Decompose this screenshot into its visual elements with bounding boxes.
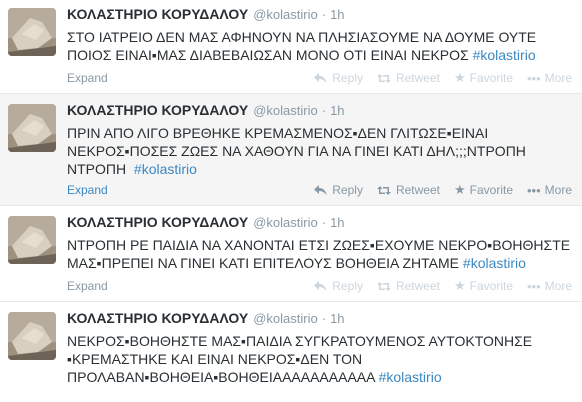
retweet-icon: [376, 73, 391, 83]
avatar[interactable]: [8, 312, 56, 360]
tweet[interactable]: ΚΟΛΑΣΤΗΡΙΟ ΚΟΡΥΔΑΛΟΥ @kolastirio · 1h ΠΡ…: [0, 94, 582, 206]
more-button[interactable]: ••• More: [527, 183, 572, 198]
tweet-text-line: ΠΡΙΝ ΑΠΟ ΛΙΓΟ ΒΡΕΘΗΚΕ ΚΡΕΜΑΣΜΕΝΟΣ▪ΔΕΝ ΓΛ…: [67, 125, 489, 141]
reply-arrow-icon: [314, 72, 327, 83]
favorite-button[interactable]: ★ Favorite: [454, 278, 513, 294]
more-button[interactable]: ••• More: [527, 279, 572, 294]
tweet-timestamp[interactable]: 1h: [330, 215, 344, 230]
hashtag-link[interactable]: #kolastirio: [379, 369, 442, 385]
tweet-timestamp[interactable]: 1h: [330, 311, 344, 326]
tweet-actions: Reply Retweet ★ Favorite ••• More: [300, 70, 572, 86]
more-label: More: [544, 71, 572, 85]
header-separator: ·: [321, 103, 327, 118]
reply-label: Reply: [332, 183, 363, 197]
tweet-text: ΝΤΡΟΠΗ ΡΕ ΠΑΙΔΙΑ ΝΑ ΧΑΝΟΝΤΑΙ ΕΤΣΙ ΖΩΕΣ▪Ε…: [67, 236, 572, 272]
header-separator: ·: [321, 7, 327, 22]
retweet-button[interactable]: Retweet: [376, 183, 440, 197]
header-separator: ·: [321, 215, 327, 230]
tweet[interactable]: ΚΟΛΑΣΤΗΡΙΟ ΚΟΡΥΔΑΛΟΥ @kolastirio · 1h ΣΤ…: [0, 0, 582, 94]
more-label: More: [544, 183, 572, 197]
avatar[interactable]: [8, 216, 56, 264]
tweet-timestamp[interactable]: 1h: [330, 103, 344, 118]
retweet-button[interactable]: Retweet: [376, 279, 440, 293]
star-icon: ★: [453, 278, 466, 293]
tweet-text-fragment: ΠΟΙΟΣ ΕΙΝΑΙ▪ΜΑΣ ΔΙΑΒΕΒΑΙΩΣΑΝ ΜΟΝΟ ΟΤΙ ΕΙ…: [67, 47, 469, 63]
retweet-button[interactable]: Retweet: [376, 71, 440, 85]
tweet-username[interactable]: @kolastirio: [253, 311, 318, 326]
tweet-author-name[interactable]: ΚΟΛΑΣΤΗΡΙΟ ΚΟΡΥΔΑΛΟΥ: [67, 310, 248, 326]
tweet-text-line: ΣΤΟ ΙΑΤΡΕΙΟ ΔΕΝ ΜΑΣ ΑΦΗΝΟΥΝ ΝΑ ΠΛΗΣΙΑΣΟΥ…: [67, 29, 537, 45]
ellipsis-icon: •••: [527, 182, 541, 198]
ellipsis-icon: •••: [527, 278, 541, 294]
more-button[interactable]: ••• More: [527, 71, 572, 86]
hashtag-link[interactable]: #kolastirio: [134, 161, 197, 177]
tweet-text: ΣΤΟ ΙΑΤΡΕΙΟ ΔΕΝ ΜΑΣ ΑΦΗΝΟΥΝ ΝΑ ΠΛΗΣΙΑΣΟΥ…: [67, 28, 572, 64]
tweet[interactable]: ΚΟΛΑΣΤΗΡΙΟ ΚΟΡΥΔΑΛΟΥ @kolastirio · 1h ΝΤ…: [0, 206, 582, 302]
reply-button[interactable]: Reply: [314, 279, 363, 293]
expand-link[interactable]: Expand: [67, 183, 108, 197]
retweet-icon: [376, 281, 391, 291]
tweet-text-fragment: ΝΤΡΟΠΗ: [67, 161, 127, 177]
tweet-stream: ΚΟΛΑΣΤΗΡΙΟ ΚΟΡΥΔΑΛΟΥ @kolastirio · 1h ΣΤ…: [0, 0, 582, 402]
tweet-author-name[interactable]: ΚΟΛΑΣΤΗΡΙΟ ΚΟΡΥΔΑΛΟΥ: [67, 6, 248, 22]
retweet-label: Retweet: [395, 183, 440, 197]
expand-link[interactable]: Expand: [67, 279, 108, 293]
header-separator: ·: [321, 311, 327, 326]
reply-arrow-icon: [314, 184, 327, 195]
ellipsis-icon: •••: [527, 70, 541, 86]
tweet-text-fragment: ΠΡΟΛΑΒΑΝ▪ΒΟΗΘΕΙΑ▪ΒΟΗΘΕΙΑΑΑΑΑΑΑΑΑΑΑ: [67, 369, 375, 385]
reply-label: Reply: [332, 279, 363, 293]
retweet-label: Retweet: [395, 71, 440, 85]
tweet-text-line: ΝΕΚΡΟΣ▪ΒΟΗΘΗΣΤΕ ΜΑΣ▪ΠΑΙΔΙΑ ΣΥΓΚΡΑΤΟΥΜΕΝΟ…: [67, 333, 533, 349]
expand-link[interactable]: Expand: [67, 71, 108, 85]
favorite-label: Favorite: [469, 183, 513, 197]
hashtag-link[interactable]: #kolastirio: [463, 255, 526, 271]
reply-button[interactable]: Reply: [314, 71, 363, 85]
favorite-label: Favorite: [469, 71, 513, 85]
avatar[interactable]: [8, 104, 56, 152]
star-icon: ★: [453, 182, 466, 197]
tweet-text-fragment: ΜΑΣ▪ΠΡΕΠΕΙ ΝΑ ΓΙΝΕΙ ΚΑΤΙ ΕΠΙΤΕΛΟΥΣ ΒΟΗΘΕ…: [67, 255, 460, 271]
tweet-text-line: ΝΤΡΟΠΗ ΡΕ ΠΑΙΔΙΑ ΝΑ ΧΑΝΟΝΤΑΙ ΕΤΣΙ ΖΩΕΣ▪Ε…: [67, 237, 571, 253]
tweet-actions: Reply Retweet ★ Favorite ••• More: [300, 278, 572, 294]
tweet-username[interactable]: @kolastirio: [253, 103, 318, 118]
tweet-author-name[interactable]: ΚΟΛΑΣΤΗΡΙΟ ΚΟΡΥΔΑΛΟΥ: [67, 214, 248, 230]
tweet-text-line: ▪ΚΡΕΜΑΣΤΗΚΕ ΚΑΙ ΕΙΝΑΙ ΝΕΚΡΟΣ▪ΔΕΝ ΤΟΝ: [67, 351, 363, 367]
tweet-actions: Reply Retweet ★ Favorite ••• More: [300, 182, 572, 198]
tweet-text-line: ΝΤΡΟΠΗ #kolastirio: [67, 160, 572, 178]
tweet-text-line: ΠΟΙΟΣ ΕΙΝΑΙ▪ΜΑΣ ΔΙΑΒΕΒΑΙΩΣΑΝ ΜΟΝΟ ΟΤΙ ΕΙ…: [67, 46, 572, 64]
tweet-text-line: ΜΑΣ▪ΠΡΕΠΕΙ ΝΑ ΓΙΝΕΙ ΚΑΤΙ ΕΠΙΤΕΛΟΥΣ ΒΟΗΘΕ…: [67, 254, 572, 272]
reply-arrow-icon: [314, 280, 327, 291]
reply-button[interactable]: Reply: [314, 183, 363, 197]
reply-label: Reply: [332, 71, 363, 85]
tweet[interactable]: ΚΟΛΑΣΤΗΡΙΟ ΚΟΡΥΔΑΛΟΥ @kolastirio · 1h ΝΕ…: [0, 302, 582, 402]
tweet-text-line: ΠΡΟΛΑΒΑΝ▪ΒΟΗΘΕΙΑ▪ΒΟΗΘΕΙΑΑΑΑΑΑΑΑΑΑΑ #kola…: [67, 368, 572, 386]
more-label: More: [544, 279, 572, 293]
retweet-label: Retweet: [395, 279, 440, 293]
tweet-text: ΠΡΙΝ ΑΠΟ ΛΙΓΟ ΒΡΕΘΗΚΕ ΚΡΕΜΑΣΜΕΝΟΣ▪ΔΕΝ ΓΛ…: [67, 124, 572, 178]
tweet-text-line: ΝΕΚΡΟΣ▪ΠΟΣΕΣ ΖΩΕΣ ΝΑ ΧΑΘΟΥΝ ΓΙΑ ΝΑ ΓΙΝΕΙ…: [67, 143, 526, 159]
favorite-label: Favorite: [469, 279, 513, 293]
avatar[interactable]: [8, 8, 56, 56]
favorite-button[interactable]: ★ Favorite: [454, 70, 513, 86]
retweet-icon: [376, 185, 391, 195]
tweet-username[interactable]: @kolastirio: [253, 215, 318, 230]
tweet-author-name[interactable]: ΚΟΛΑΣΤΗΡΙΟ ΚΟΡΥΔΑΛΟΥ: [67, 102, 248, 118]
favorite-button[interactable]: ★ Favorite: [454, 182, 513, 198]
tweet-text: ΝΕΚΡΟΣ▪ΒΟΗΘΗΣΤΕ ΜΑΣ▪ΠΑΙΔΙΑ ΣΥΓΚΡΑΤΟΥΜΕΝΟ…: [67, 332, 572, 386]
hashtag-link[interactable]: #kolastirio: [473, 47, 536, 63]
tweet-username[interactable]: @kolastirio: [253, 7, 318, 22]
star-icon: ★: [453, 70, 466, 85]
tweet-timestamp[interactable]: 1h: [330, 7, 344, 22]
